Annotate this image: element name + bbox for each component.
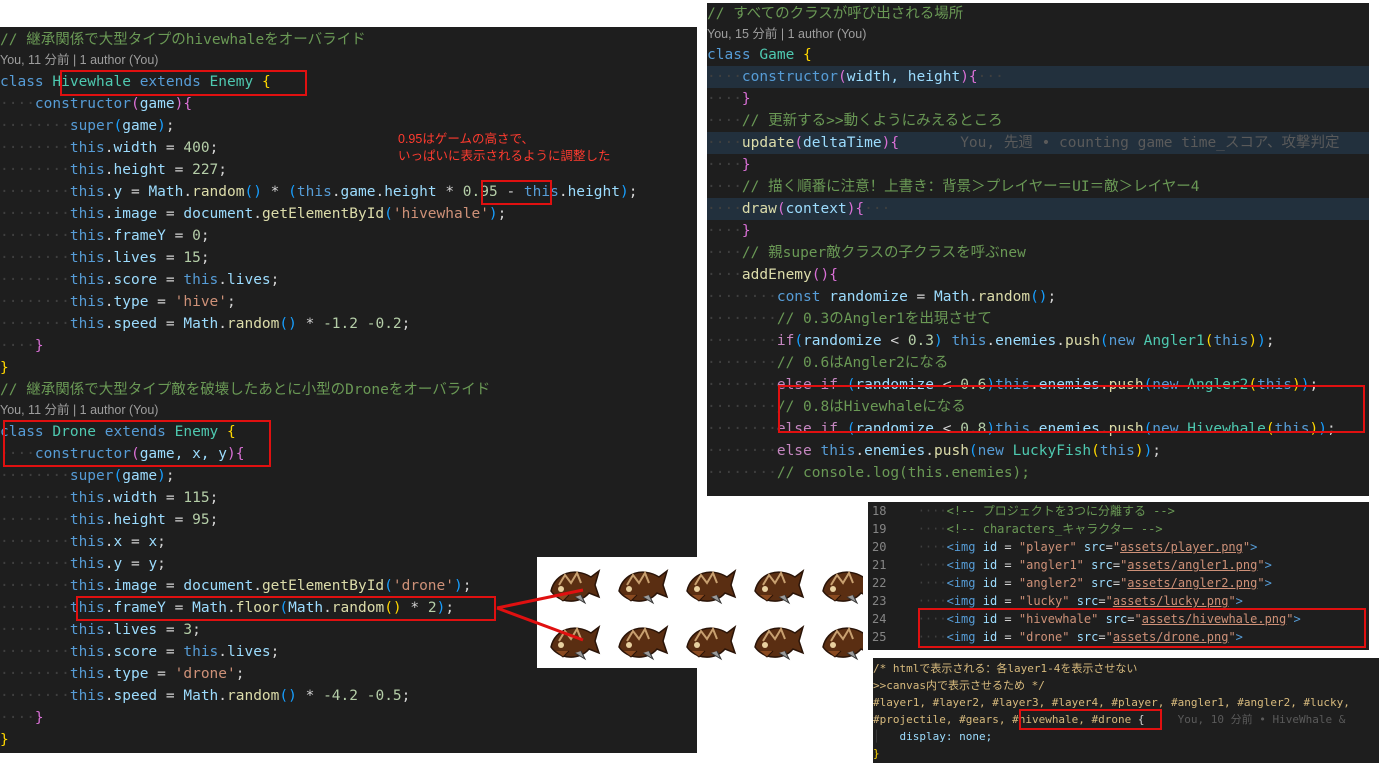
code-line[interactable]: ········this.speed = Math.random() * -1.… — [0, 313, 697, 335]
code-line[interactable]: // すべてのクラスが呼び出される場所 — [707, 3, 1369, 25]
drone-sprite-sheet — [537, 557, 863, 668]
code-line[interactable]: ········this.frameY = 0; — [0, 225, 697, 247]
highlight-box-drone-class — [3, 420, 271, 467]
drone-sprite-frame — [754, 625, 805, 661]
code-line[interactable]: 21 ····<img id = "angler1" src="assets/a… — [868, 556, 1369, 575]
code-line[interactable]: ········this.y = Math.random() * (this.g… — [0, 181, 697, 203]
editor-panel-game-class: // すべてのクラスが呼び出される場所 You, 15 分前 | 1 autho… — [707, 3, 1369, 496]
drone-sprite-frame — [822, 626, 863, 661]
code-line[interactable]: ········this.score = this.lives; — [0, 269, 697, 291]
code-line[interactable]: ········super(game); — [0, 465, 697, 487]
drone-sprite-frame — [618, 569, 669, 605]
code-line[interactable]: ····constructor(game){ — [0, 93, 697, 115]
code-line[interactable]: ····// 親super敵クラスの子クラスを呼ぶnew — [707, 242, 1369, 264]
code-line[interactable]: ········// 0.6はAngler2になる — [707, 352, 1369, 374]
editor-panel-css: /* htmlで表示される：各layer1-4を表示させない >>canvas内… — [873, 658, 1379, 763]
code-line[interactable]: class Game { — [707, 44, 1369, 66]
highlight-box-framey — [76, 596, 496, 621]
code-line[interactable]: ····} — [707, 88, 1369, 110]
code-line[interactable]: ····addEnemy(){ — [707, 264, 1369, 286]
drone-sprite-frame — [822, 570, 863, 605]
code-line[interactable]: │ display: none; — [873, 728, 1379, 745]
code-line[interactable]: ········this.height = 95; — [0, 509, 697, 531]
code-line[interactable]: ········this.lives = 15; — [0, 247, 697, 269]
highlight-box-img-tags — [918, 608, 1366, 648]
code-line[interactable]: ····// 更新する>>動くようにみえるところ — [707, 110, 1369, 132]
editor-panel-html: 18 ····<!-- プロジェクトを3つに分離する --> 19 ····<!… — [868, 502, 1369, 650]
code-line[interactable]: >>canvas内で表示させるため */ — [873, 677, 1379, 694]
drone-sprite-frame — [618, 625, 669, 661]
code-line[interactable]: /* htmlで表示される：各layer1-4を表示させない — [873, 660, 1379, 677]
code-line[interactable]: ········else this.enemies.push(new Lucky… — [707, 440, 1369, 462]
highlight-box-height-factor — [481, 180, 552, 205]
drone-sprite-frame — [686, 625, 737, 661]
code-line[interactable]: ····update(deltaTime){ You, 先週 • countin… — [707, 132, 1369, 154]
code-line[interactable]: ········// 0.3のAngler1を出現させて — [707, 308, 1369, 330]
code-line[interactable]: 22 ····<img id = "angler2" src="assets/a… — [868, 574, 1369, 593]
code-line[interactable]: ····} — [707, 220, 1369, 242]
code-line[interactable]: } — [873, 745, 1379, 762]
drone-sprite-frame — [754, 569, 805, 605]
code-line[interactable]: ····} — [0, 335, 697, 357]
code-line[interactable]: ····} — [0, 707, 697, 729]
code-line[interactable]: ········this.image = document.getElement… — [0, 203, 697, 225]
code-line[interactable]: ········if(randomize < 0.3) this.enemies… — [707, 330, 1369, 352]
code-line[interactable]: ····draw(context){··· — [707, 198, 1369, 220]
highlight-box-css-selector — [1019, 709, 1162, 730]
drone-sprite-frame — [686, 569, 737, 605]
code-line[interactable]: 18 ····<!-- プロジェクトを3つに分離する --> — [868, 502, 1369, 521]
code-line[interactable]: 20 ····<img id = "player" src="assets/pl… — [868, 538, 1369, 557]
code-line[interactable]: ········this.width = 115; — [0, 487, 697, 509]
code-line[interactable]: ········this.speed = Math.random() * -4.… — [0, 685, 697, 707]
code-line[interactable]: 19 ····<!-- characters_キャラクター --> — [868, 520, 1369, 539]
code-line[interactable]: ········this.type = 'hive'; — [0, 291, 697, 313]
codelens-blame[interactable]: You, 11 分前 | 1 author (You) — [0, 51, 697, 70]
code-line[interactable]: // 継承関係で大型タイプ敵を破壊したあとに小型のDroneをオーバライド — [0, 379, 697, 401]
code-line[interactable]: } — [0, 357, 697, 379]
code-line[interactable]: ····} — [707, 154, 1369, 176]
code-line[interactable]: ····// 描く順番に注意！上書き：背景＞プレイヤー＝UI＝敵＞レイヤー4 — [707, 176, 1369, 198]
code-line[interactable]: ········const randomize = Math.random(); — [707, 286, 1369, 308]
codelens-blame[interactable]: You, 15 分前 | 1 author (You) — [707, 25, 1369, 44]
highlight-box-hivewhale-spawn — [778, 385, 1365, 433]
code-line[interactable]: ········this.x = x; — [0, 531, 697, 553]
annotation-note: 0.95はゲームの高さで、 いっぱいに表示されるように調整した — [398, 132, 611, 163]
code-line[interactable]: ····constructor(width, height){··· — [707, 66, 1369, 88]
code-line[interactable]: // 継承関係で大型タイプのhivewhaleをオーバライド — [0, 29, 697, 51]
code-line[interactable]: } — [0, 729, 697, 751]
codelens-blame[interactable]: You, 11 分前 | 1 author (You) — [0, 401, 697, 420]
highlight-box-hivewhale-class — [60, 70, 307, 96]
annotation-arrow — [496, 588, 584, 642]
code-line[interactable]: ········// console.log(this.enemies); — [707, 462, 1369, 484]
